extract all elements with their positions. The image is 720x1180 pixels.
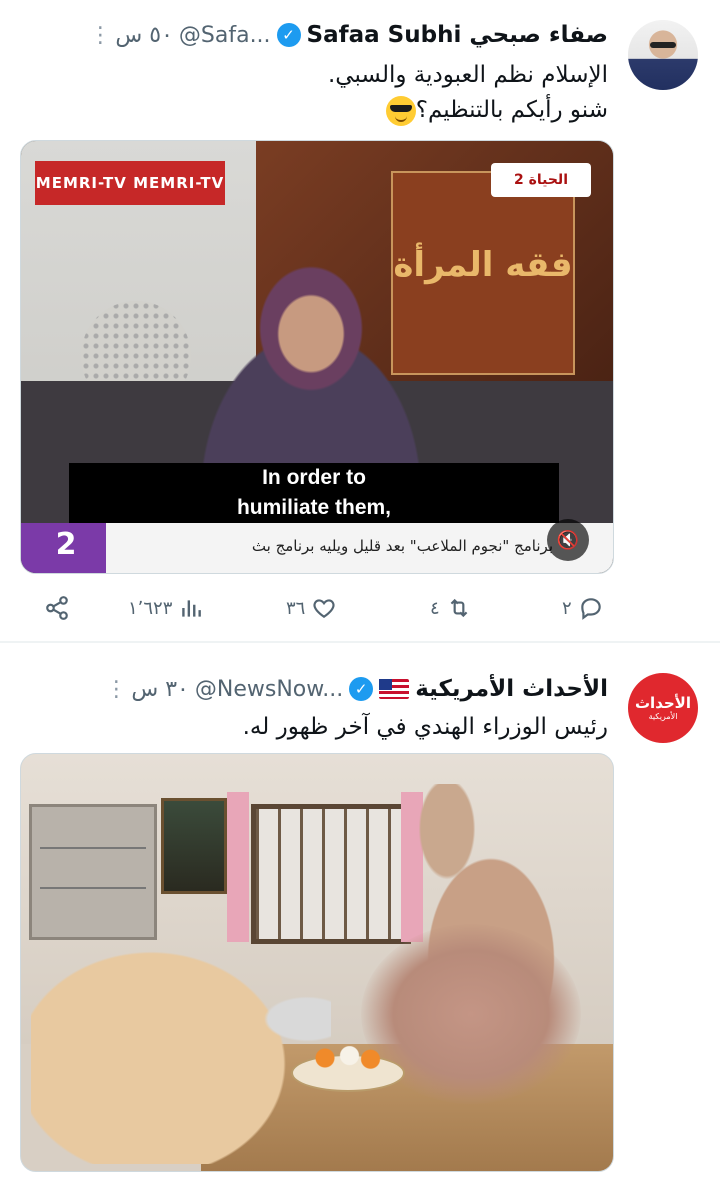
user-handle[interactable]: @NewsNow... [195, 677, 343, 702]
tweet-text: الإسلام نظم العبودية والسبي. شنو رأيكم ب… [24, 58, 608, 128]
share-button[interactable] [44, 588, 70, 628]
tweet-actions: ٢ ٤ ٣٦ ١٬٦٢٣ [0, 588, 720, 628]
avatar[interactable] [628, 20, 698, 90]
memri-watermark: MEMRI-TV MEMRI-TV [35, 161, 225, 205]
views-count: ١٬٦٢٣ [128, 597, 173, 619]
subtitle-line: In order to [262, 466, 366, 489]
more-icon[interactable]: ⋮ [105, 677, 127, 702]
channel-logo: الحياة 2 [491, 163, 591, 197]
reply-count: ٢ [562, 597, 572, 619]
share-icon [46, 596, 68, 620]
verified-badge-icon: ✓ [276, 23, 301, 47]
avatar-subtext: الأمريكية [648, 711, 678, 721]
wall-painting [161, 798, 227, 894]
reply-button[interactable]: ٢ [562, 588, 604, 628]
ticker-text: برنامج "نجوم الملاعب" بعد قليل ويليه برن… [251, 537, 553, 555]
mute-icon[interactable]: 🔇 [547, 519, 589, 561]
bowing-figure [31, 914, 331, 1164]
heart-icon [313, 599, 335, 618]
tweet-header: ⋮ ٥٠ س @Safa... ✓ Safaa Subhi صفاء صبحي [20, 18, 608, 52]
tweet-time[interactable]: ٣٠ س [131, 677, 189, 702]
news-ticker: 2 برنامج "نجوم الملاعب" بعد قليل ويليه ب… [21, 523, 613, 573]
tweet-text-line: رئيس الوزراء الهندي في آخر ظهور له. [242, 714, 608, 740]
like-count: ٣٦ [286, 597, 306, 619]
user-name[interactable]: Safaa Subhi صفاء صبحي [307, 22, 608, 48]
tweet-divider [0, 641, 720, 643]
tweet-photo[interactable] [20, 753, 614, 1172]
views-button[interactable]: ١٬٦٢٣ [128, 588, 204, 628]
retweet-count: ٤ [430, 597, 440, 619]
subtitle-line: humiliate them, [236, 496, 392, 519]
more-icon[interactable]: ⋮ [89, 23, 111, 48]
channel-number: 2 [55, 527, 77, 562]
video-subtitle: In order to humiliate them, [69, 463, 559, 523]
avatar[interactable]: الأحداث الأمريكية [628, 673, 698, 743]
sunglasses-emoji-icon [385, 95, 416, 126]
tweet-time[interactable]: ٥٠ س [115, 23, 173, 48]
reply-icon [580, 598, 601, 620]
tweet-header: ⋮ ٣٠ س @NewsNow... ✓ الأحداث الأمريكية [20, 672, 608, 706]
verified-badge-icon: ✓ [349, 677, 374, 701]
us-flag-icon [379, 679, 410, 699]
tweet-text: رئيس الوزراء الهندي في آخر ظهور له. [24, 710, 608, 745]
tweet-text-line: الإسلام نظم العبودية والسبي. [328, 62, 608, 88]
tweet-text-line-2: شنو رأيكم بالتنظيم؟ [24, 93, 608, 128]
like-button[interactable]: ٣٦ [286, 588, 337, 628]
views-chart-icon [182, 600, 202, 617]
retweet-button[interactable]: ٤ [430, 588, 472, 628]
offering-plate [291, 1046, 405, 1092]
retweet-icon [450, 598, 468, 618]
tweet[interactable]: ⋮ ٥٠ س @Safa... ✓ Safaa Subhi صفاء صبحي … [0, 0, 720, 642]
user-name[interactable]: الأحداث الأمريكية [415, 676, 608, 702]
tweet-text-line: شنو رأيكم بالتنظيم؟ [415, 97, 608, 123]
avatar-text: الأحداث [634, 693, 691, 712]
user-handle[interactable]: @Safa... [179, 23, 271, 48]
tweet-video[interactable]: MEMRI-TV MEMRI-TV فقه المرأة الحياة 2 In… [20, 140, 614, 574]
